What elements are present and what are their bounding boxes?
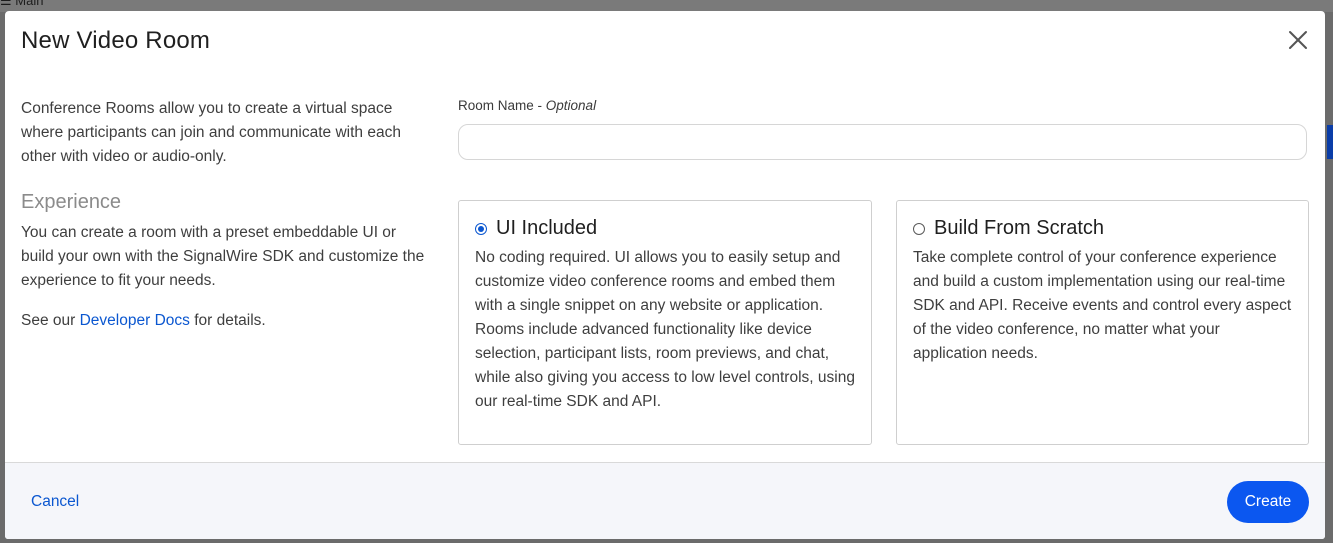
ui-included-radio[interactable] <box>475 222 487 235</box>
room-name-input[interactable] <box>458 124 1307 160</box>
room-name-label-text: Room Name - <box>458 98 546 113</box>
background-breadcrumb: ☰ Main <box>0 0 44 8</box>
option-build-from-scratch[interactable]: Build From Scratch Take complete control… <box>896 200 1309 445</box>
background-blue-tab <box>1327 125 1333 159</box>
docs-line: See our Developer Docs for details. <box>21 309 431 333</box>
close-icon <box>1289 31 1307 49</box>
option-ui-included-header: UI Included <box>475 217 597 240</box>
experience-heading: Experience <box>21 191 122 213</box>
option-ui-included[interactable]: UI Included No coding required. UI allow… <box>458 200 872 445</box>
cancel-button[interactable]: Cancel <box>31 493 79 511</box>
close-button[interactable] <box>1285 27 1311 53</box>
build-from-scratch-radio[interactable] <box>913 222 925 235</box>
room-name-label: Room Name - Optional <box>458 98 596 113</box>
build-from-scratch-title: Build From Scratch <box>934 217 1105 239</box>
dialog-footer: Cancel Create <box>5 462 1325 539</box>
docs-prefix: See our <box>21 312 80 329</box>
room-name-optional: Optional <box>545 98 597 113</box>
ui-included-description: No coding required. UI allows you to eas… <box>475 249 855 410</box>
create-button[interactable]: Create <box>1227 481 1309 523</box>
dialog-title: New Video Room <box>21 27 211 54</box>
intro-text: Conference Rooms allow you to create a v… <box>21 100 401 165</box>
description-column: Conference Rooms allow you to create a v… <box>21 97 431 333</box>
docs-suffix: for details. <box>189 312 266 329</box>
developer-docs-link[interactable]: Developer Docs <box>80 312 190 329</box>
new-video-room-dialog: New Video Room Conference Rooms allow yo… <box>5 11 1325 539</box>
option-build-from-scratch-header: Build From Scratch <box>913 217 1104 240</box>
experience-text: You can create a room with a preset embe… <box>21 224 425 289</box>
build-from-scratch-description: Take complete control of your conference… <box>913 249 1292 362</box>
dialog-header: New Video Room <box>5 11 1325 71</box>
ui-included-title: UI Included <box>496 217 598 239</box>
